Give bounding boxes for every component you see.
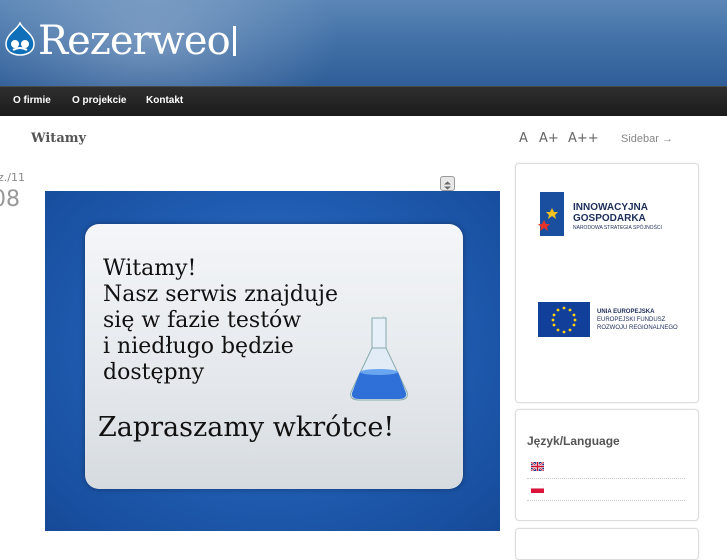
post-date-day: 08	[0, 187, 20, 212]
eu-line-1: UNIA EUROPEJSKA	[597, 309, 655, 315]
post-date-month: z./11	[0, 171, 25, 184]
innovative-economy-logo-icon[interactable]	[536, 190, 568, 238]
drupal-drop-icon[interactable]	[4, 22, 36, 56]
language-option-english[interactable]	[527, 458, 685, 479]
uk-flag-icon	[531, 462, 544, 471]
page-title: Witamy	[31, 131, 87, 146]
ig-subtitle: NARODOWA STRATEGIA SPÓJNOŚCI	[573, 225, 662, 231]
font-size-larger[interactable]: A+	[539, 131, 559, 146]
site-name[interactable]: Rezerweo	[38, 16, 236, 66]
welcome-banner-image: Witamy! Nasz serwis znajduje się w fazie…	[45, 191, 500, 531]
font-size-largest[interactable]: A++	[568, 131, 599, 146]
eu-logos-block: INNOWACYJNA GOSPODARKA NARODOWA STRATEGI…	[515, 163, 699, 403]
nav-o-projekcie[interactable]: O projekcie	[72, 87, 126, 116]
nav-kontakt[interactable]: Kontakt	[146, 87, 183, 116]
welcome-cta: Zapraszamy wkrótce!	[98, 412, 395, 443]
font-size-normal[interactable]: A	[519, 131, 528, 146]
site-header: Rezerweo	[0, 0, 727, 86]
sidebar-toggle-link[interactable]: Sidebar →	[621, 133, 673, 145]
eu-line-3: ROZWOJU REGIONALNEGO	[597, 325, 678, 331]
language-block: Język/Language	[515, 409, 699, 521]
eu-flag-icon[interactable]	[538, 302, 590, 337]
flask-icon	[350, 316, 408, 401]
scroll-arrows-icon[interactable]	[440, 176, 455, 191]
welcome-card: Witamy! Nasz serwis znajduje się w fazie…	[85, 224, 463, 489]
eu-line-2: EUROPEJSKI FUNDUSZ	[597, 317, 666, 323]
sidebar-block-next	[515, 528, 699, 560]
language-option-polski[interactable]	[527, 480, 685, 501]
pl-flag-icon	[531, 484, 544, 493]
ig-title-line-1: INNOWACYJNA	[573, 202, 649, 213]
welcome-message: Witamy! Nasz serwis znajduje się w fazie…	[103, 256, 339, 385]
nav-o-firmie[interactable]: O firmie	[13, 87, 51, 116]
text-cursor	[232, 26, 236, 56]
language-block-title: Język/Language	[527, 434, 620, 448]
main-nav: O firmie O projekcie Kontakt	[0, 86, 727, 116]
ig-title-line-2: GOSPODARKA	[573, 213, 646, 224]
